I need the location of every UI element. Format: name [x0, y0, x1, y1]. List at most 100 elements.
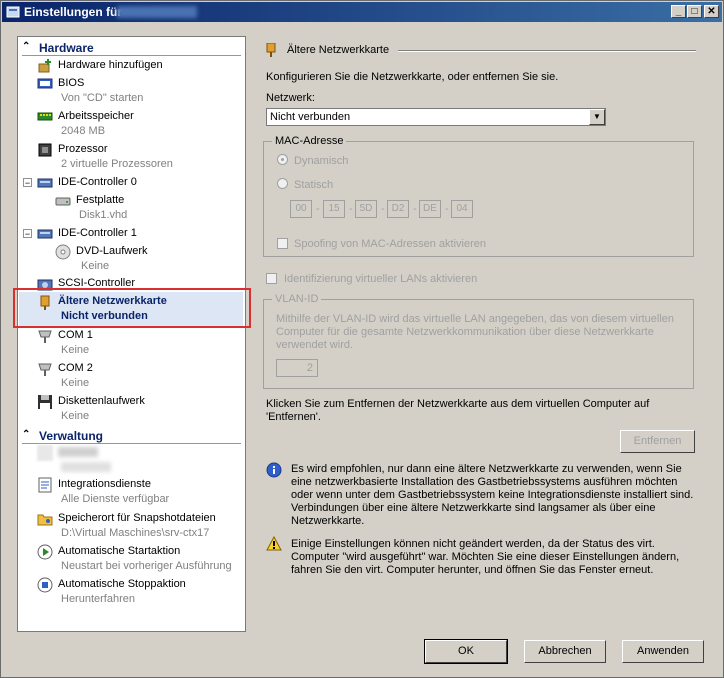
mac-octet-6[interactable]: 04: [451, 200, 473, 218]
cancel-button[interactable]: Abbrechen: [524, 640, 606, 663]
sidebar-item-integration-services[interactable]: Integrationsdienste Alle Dienste verfügb…: [37, 477, 264, 509]
mac-spoofing-checkbox[interactable]: [277, 238, 288, 249]
com-port-icon: [38, 330, 52, 343]
header-divider: [398, 50, 696, 52]
vlan-description-1: Mithilfe der VLAN-ID wird das virtuelle …: [276, 313, 675, 325]
sidebar-item-sub: 2 virtuelle Prozessoren: [61, 158, 173, 170]
integration-services-icon: [38, 477, 52, 493]
sidebar-item-label: Automatische Startaktion: [58, 545, 181, 557]
dynamic-mac-radio[interactable]: [277, 154, 288, 165]
mac-group-title: MAC-Adresse: [272, 135, 347, 147]
dvd-drive-icon: [55, 244, 71, 260]
ide1-collapse-toggle[interactable]: −: [23, 229, 32, 239]
sidebar-item-com1[interactable]: COM 1 Keine: [37, 328, 264, 360]
mac-octet-1[interactable]: 00: [290, 200, 312, 218]
network-label: Netzwerk:: [266, 92, 315, 104]
sidebar-item-label: IDE-Controller 0: [58, 176, 137, 188]
auto-stop-icon: [37, 577, 53, 593]
vlan-checkbox-label: Identifizierung virtueller LANs aktivier…: [284, 273, 478, 285]
vlan-description-2: Computer für die gesamte Netzwerkkommuni…: [276, 326, 654, 338]
vlan-description-3: verwendet wird.: [276, 339, 354, 351]
ide0-collapse-toggle[interactable]: −: [23, 178, 32, 188]
mac-octet-4[interactable]: D2: [387, 200, 409, 218]
vm-name-redacted: [58, 447, 98, 457]
sidebar-item-label: Diskettenlaufwerk: [58, 395, 145, 407]
window-title: Einstellungen für: [24, 5, 123, 19]
highlight-annotation-box: [13, 288, 251, 328]
bios-icon: [37, 78, 53, 89]
intro-text: Konfigurieren Sie die Netzwerkkarte, ode…: [266, 71, 559, 83]
hard-disk-icon: [55, 197, 71, 206]
sidebar-item-label: COM 1: [58, 329, 93, 341]
sidebar-item-memory[interactable]: Arbeitsspeicher 2048 MB: [37, 109, 264, 141]
mac-spoofing-label: Spoofing von MAC-Adressen aktivieren: [294, 238, 486, 250]
dynamic-mac-label: Dynamisch: [294, 155, 349, 167]
sidebar-item-processor[interactable]: Prozessor 2 virtuelle Prozessoren: [37, 142, 264, 174]
auto-start-icon: [37, 544, 53, 560]
network-select[interactable]: Nicht verbunden ▼: [266, 108, 606, 126]
network-adapter-icon: [266, 43, 276, 57]
sidebar-item-label: Prozessor: [58, 143, 108, 155]
close-button[interactable]: ✕: [704, 5, 719, 18]
network-select-value: Nicht verbunden: [270, 111, 351, 123]
sidebar-item-name[interactable]: [37, 445, 264, 477]
vlan-group-title: VLAN-ID: [272, 293, 322, 305]
sidebar-item-sub: Neustart bei vorheriger Ausführung: [61, 560, 232, 572]
minimize-button[interactable]: _: [671, 5, 686, 18]
hardware-section-header[interactable]: ⌃ Hardware: [18, 39, 245, 56]
floppy-disk-icon: [38, 395, 52, 409]
sidebar-item-sub: Keine: [61, 377, 90, 389]
vlan-checkbox[interactable]: [266, 273, 277, 284]
sidebar-item-label: COM 2: [58, 362, 93, 374]
title-bar[interactable]: Einstellungen für _ □ ✕: [2, 2, 722, 22]
sidebar-item-com2[interactable]: COM 2 Keine: [37, 361, 264, 393]
sidebar-item-sub: Disk1.vhd: [79, 209, 128, 221]
sidebar-item-auto-start[interactable]: Automatische Startaktion Neustart bei vo…: [37, 544, 264, 576]
name-icon: [37, 445, 53, 461]
add-hardware-icon: [38, 59, 51, 73]
sidebar-item-dvd-drive[interactable]: DVD-Laufwerk Keine: [55, 244, 282, 276]
sidebar-item-label: DVD-Laufwerk: [76, 245, 148, 257]
mac-octet-3[interactable]: 5D: [355, 200, 377, 218]
static-mac-radio[interactable]: [277, 178, 288, 189]
static-mac-label: Statisch: [294, 179, 334, 191]
sidebar-item-label: IDE-Controller 1: [58, 227, 137, 239]
warning-message: Einige Einstellungen können nicht geände…: [291, 538, 680, 576]
memory-icon: [37, 112, 53, 121]
vlan-id-input[interactable]: 2: [276, 359, 318, 377]
chevron-down-icon[interactable]: ▼: [589, 109, 605, 125]
management-section-title: Verwaltung: [39, 429, 104, 443]
mac-octet-2[interactable]: 15: [323, 200, 345, 218]
sidebar-item-sub: Von "CD" starten: [61, 92, 144, 104]
sidebar-item-auto-stop[interactable]: Automatische Stoppaktion Herunterfahren: [37, 577, 264, 609]
sidebar-item-label: Festplatte: [76, 194, 125, 206]
vm-name-sub-redacted: [61, 462, 111, 472]
section-header: Ältere Netzwerkkarte: [287, 44, 390, 56]
mac-octet-5[interactable]: DE: [419, 200, 441, 218]
sidebar-item-hard-disk[interactable]: Festplatte Disk1.vhd: [55, 193, 282, 225]
collapse-icon[interactable]: ⌃: [22, 41, 30, 52]
management-section-header[interactable]: ⌃ Verwaltung: [18, 427, 245, 444]
warning-icon: [266, 536, 282, 551]
sidebar-item-label: Automatische Stoppaktion: [58, 578, 186, 590]
sidebar-item-floppy-drive[interactable]: Diskettenlaufwerk Keine: [37, 394, 264, 426]
apply-button[interactable]: Anwenden: [622, 640, 704, 663]
com-port-icon: [38, 363, 52, 376]
sidebar-item-sub: D:\Virtual Maschines\srv-ctx17: [61, 527, 210, 539]
sidebar-item-snapshot-location[interactable]: Speicherort für Snapshotdateien D:\Virtu…: [37, 511, 264, 543]
collapse-icon[interactable]: ⌃: [22, 429, 30, 440]
sidebar-item-label: Integrationsdienste: [58, 478, 151, 490]
remove-text-1: Klicken Sie zum Entfernen der Netzwerkka…: [266, 398, 650, 410]
ok-button[interactable]: OK: [424, 639, 508, 664]
ide-controller-icon: [37, 178, 53, 188]
remove-button[interactable]: Entfernen: [620, 430, 695, 453]
processor-icon: [38, 143, 52, 157]
remove-text-2: 'Entfernen'.: [266, 411, 321, 423]
sidebar-item-sub: Keine: [61, 410, 90, 422]
settings-window-icon: [6, 6, 20, 18]
sidebar-item-bios[interactable]: BIOS Von "CD" starten: [37, 76, 264, 108]
vm-name-redacted: [117, 6, 197, 18]
sidebar-item-label: Arbeitsspeicher: [58, 110, 134, 122]
info-icon: [266, 462, 282, 478]
maximize-button[interactable]: □: [687, 5, 702, 18]
